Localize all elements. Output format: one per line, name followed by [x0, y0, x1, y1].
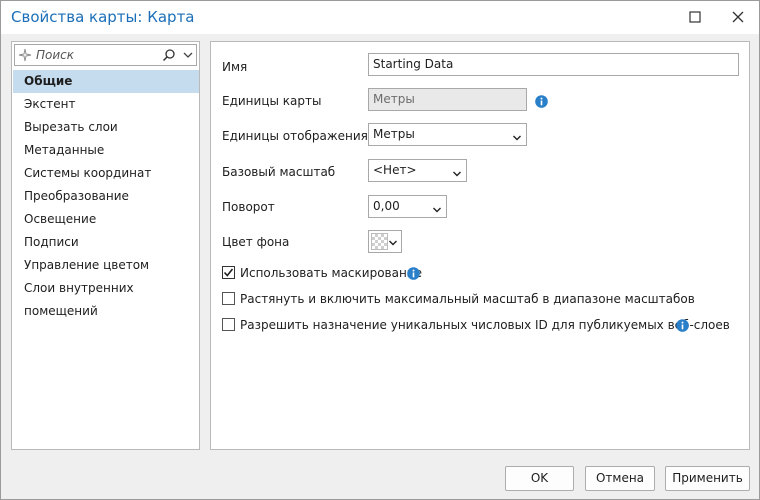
- background-color-label: Цвет фона: [222, 235, 290, 249]
- nav-item-extent[interactable]: Экстент: [13, 93, 199, 116]
- nav-item-indoor-layers[interactable]: Слои внутренних помещений: [13, 277, 199, 318]
- use-masking-checkbox[interactable]: [222, 266, 235, 279]
- chevron-down-icon: [452, 165, 462, 177]
- map-properties-dialog: Свойства карты: Карта Поиск Общие Экстен…: [0, 0, 760, 500]
- map-units-field: Метры: [368, 88, 527, 111]
- chevron-down-icon[interactable]: [182, 49, 194, 61]
- general-panel: Имя Starting Data Единицы карты Метры Ед…: [210, 41, 750, 450]
- stretch-max-scale-label: Растянуть и включить максимальный масшта…: [240, 292, 695, 306]
- ok-button[interactable]: OK: [505, 466, 574, 491]
- display-units-value: Метры: [373, 127, 415, 141]
- nav-list: Общие Экстент Вырезать слои Метаданные С…: [13, 70, 199, 318]
- nav-item-transformation[interactable]: Преобразование: [13, 185, 199, 208]
- name-field[interactable]: Starting Data: [368, 53, 739, 76]
- info-icon[interactable]: [676, 319, 689, 332]
- rotation-label: Поворот: [222, 200, 275, 214]
- nav-item-color-management[interactable]: Управление цветом: [13, 254, 199, 277]
- search-placeholder: Поиск: [36, 48, 75, 62]
- transparent-swatch-icon: [371, 233, 388, 250]
- name-label: Имя: [222, 60, 248, 74]
- sidebar: Поиск Общие Экстент Вырезать слои Метада…: [11, 41, 200, 450]
- rotation-select[interactable]: 0,00: [368, 195, 447, 218]
- title-bar[interactable]: Свойства карты: Карта: [1, 1, 759, 34]
- nav-item-general[interactable]: Общие: [13, 70, 199, 93]
- unique-id-checkbox[interactable]: [222, 318, 235, 331]
- nav-item-metadata[interactable]: Метаданные: [13, 139, 199, 162]
- info-icon[interactable]: [535, 95, 548, 108]
- nav-item-clip-layers[interactable]: Вырезать слои: [13, 116, 199, 139]
- use-masking-label: Использовать маскирование: [240, 266, 422, 280]
- reference-scale-value: <Нет>: [373, 163, 417, 177]
- nav-item-illumination[interactable]: Освещение: [13, 208, 199, 231]
- chevron-down-icon: [512, 129, 522, 141]
- dialog-title: Свойства карты: Карта: [11, 8, 195, 26]
- close-icon[interactable]: [728, 7, 748, 27]
- maximize-icon[interactable]: [685, 7, 705, 27]
- chevron-down-icon: [388, 237, 398, 247]
- stretch-max-scale-checkbox[interactable]: [222, 292, 235, 305]
- nav-item-labels[interactable]: Подписи: [13, 231, 199, 254]
- chevron-down-icon: [432, 201, 442, 213]
- map-units-label: Единицы карты: [222, 94, 322, 108]
- rotation-value: 0,00: [373, 199, 400, 213]
- nav-item-coordinate-systems[interactable]: Системы координат: [13, 162, 199, 185]
- reference-scale-select[interactable]: <Нет>: [368, 159, 467, 182]
- display-units-select[interactable]: Метры: [368, 123, 527, 146]
- search-input[interactable]: Поиск: [14, 44, 197, 66]
- reference-scale-label: Базовый масштаб: [222, 165, 336, 179]
- cancel-button[interactable]: Отмена: [585, 466, 655, 491]
- background-color-picker[interactable]: [368, 230, 402, 253]
- sparkle-icon: [18, 48, 32, 62]
- search-icon[interactable]: [162, 48, 176, 62]
- info-icon[interactable]: [407, 267, 420, 280]
- apply-button[interactable]: Применить: [665, 466, 750, 491]
- display-units-label: Единицы отображения: [222, 129, 368, 143]
- unique-id-label: Разрешить назначение уникальных числовых…: [240, 318, 730, 332]
